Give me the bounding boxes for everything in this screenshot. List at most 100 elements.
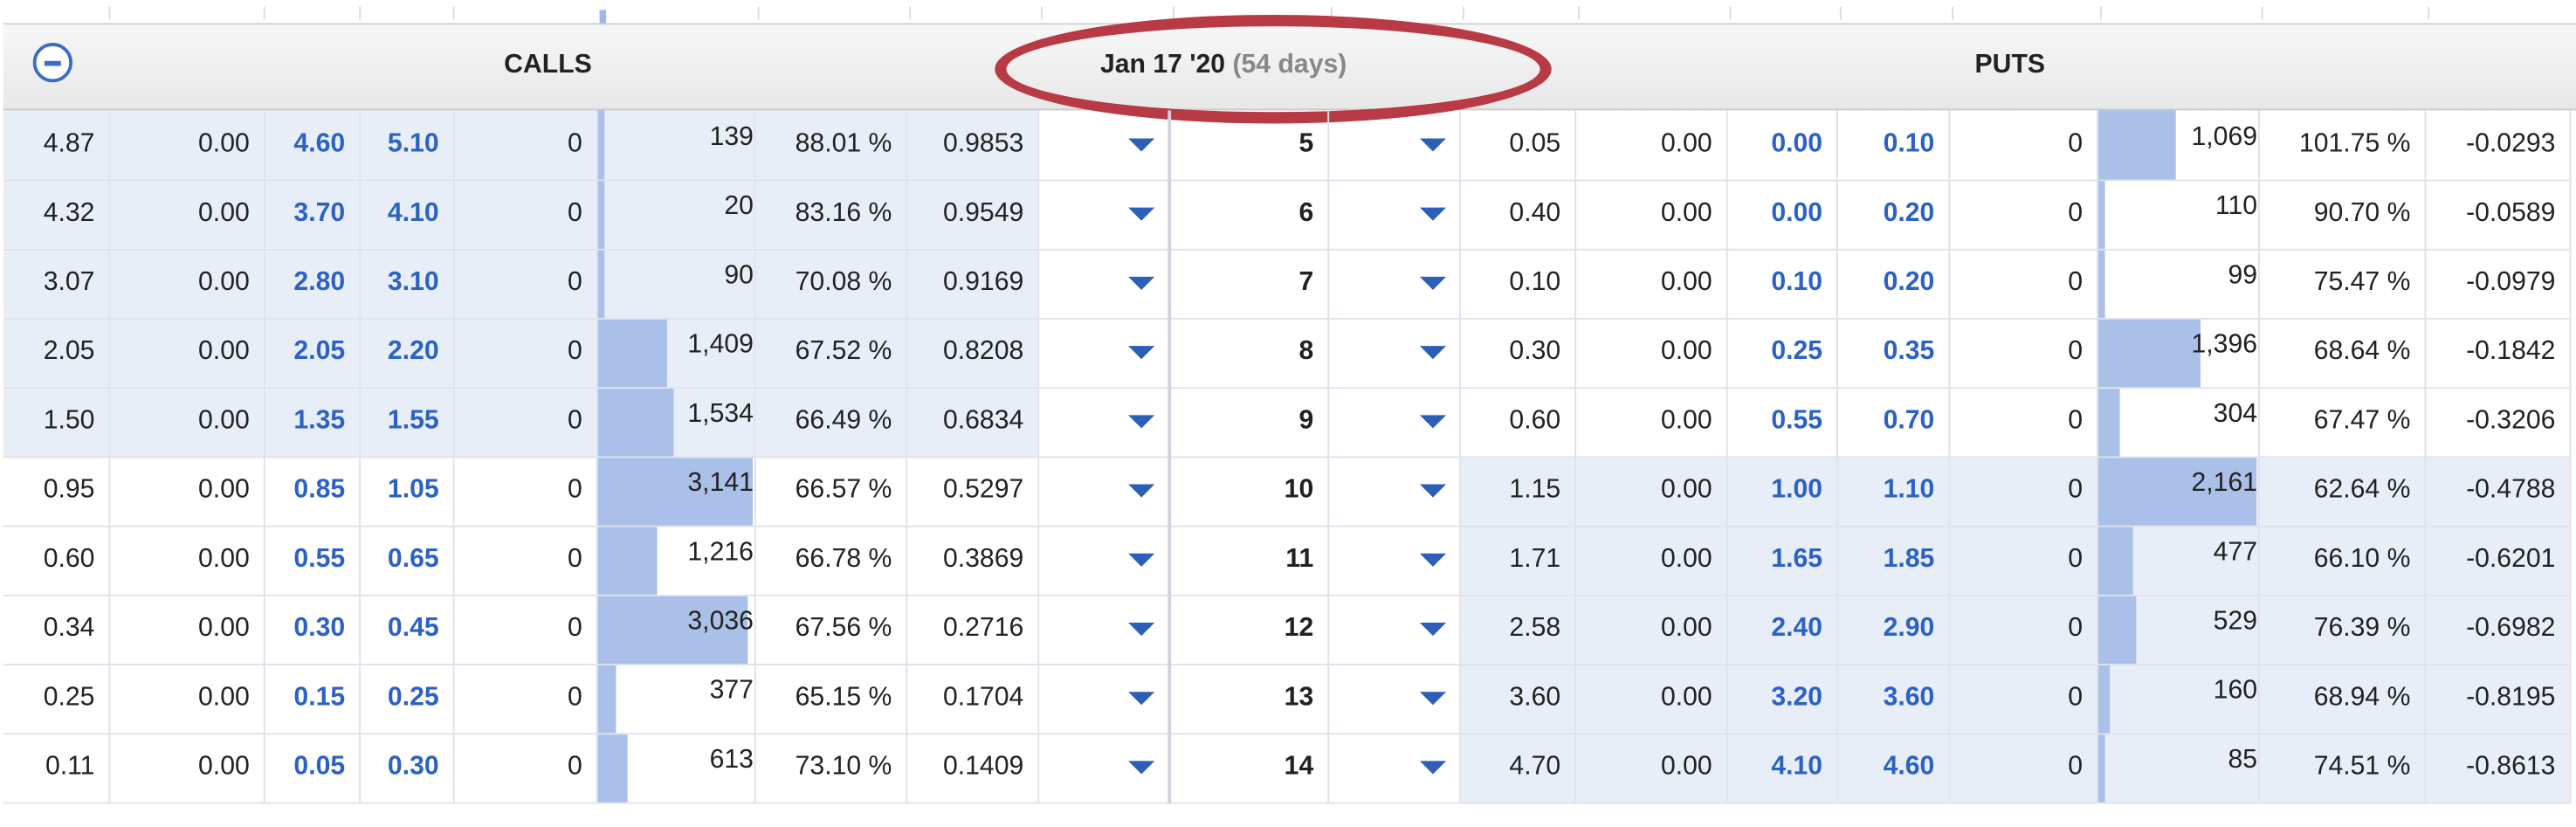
put-iv-cell[interactable]: 67.47 % bbox=[2257, 387, 2426, 458]
put-open-interest-cell[interactable]: 110 bbox=[2097, 179, 2259, 250]
put-bid-cell[interactable]: 3.20 bbox=[1725, 664, 1838, 734]
call-open-interest-cell[interactable]: 377 bbox=[596, 664, 755, 734]
call-volume-cell[interactable]: 0 bbox=[452, 594, 597, 665]
call-volume-cell[interactable]: 0 bbox=[452, 733, 597, 803]
call-change-cell[interactable]: 0.00 bbox=[108, 594, 265, 665]
put-change-cell[interactable]: 0.00 bbox=[1574, 179, 1727, 250]
put-last-cell[interactable]: 1.71 bbox=[1459, 525, 1576, 596]
chevron-down-icon[interactable] bbox=[1128, 484, 1155, 498]
call-ask-cell[interactable]: 0.65 bbox=[359, 525, 454, 596]
put-iv-cell[interactable]: 66.10 % bbox=[2257, 525, 2426, 596]
call-bid-cell[interactable]: 2.05 bbox=[263, 318, 361, 389]
put-iv-cell[interactable]: 68.94 % bbox=[2257, 664, 2426, 734]
put-iv-cell[interactable]: 74.51 % bbox=[2257, 733, 2426, 803]
chevron-down-icon[interactable] bbox=[1128, 692, 1155, 706]
call-change-cell[interactable]: 0.00 bbox=[108, 387, 265, 458]
call-last-cell[interactable]: 0.25 bbox=[3, 664, 110, 734]
call-last-cell[interactable]: 0.11 bbox=[3, 733, 110, 803]
put-ask-cell[interactable]: 1.85 bbox=[1836, 525, 1950, 596]
put-change-cell[interactable]: 0.00 bbox=[1574, 318, 1727, 389]
put-expand-arrow[interactable] bbox=[1327, 664, 1461, 734]
chevron-down-icon[interactable] bbox=[1128, 137, 1155, 152]
call-bid-cell[interactable]: 0.30 bbox=[263, 594, 361, 665]
put-last-cell[interactable]: 1.15 bbox=[1459, 456, 1576, 527]
put-bid-cell[interactable]: 2.40 bbox=[1725, 594, 1838, 665]
call-ask-cell[interactable]: 0.45 bbox=[359, 594, 454, 665]
call-bid-cell[interactable]: 1.35 bbox=[263, 387, 361, 458]
put-volume-cell[interactable]: 0 bbox=[1948, 594, 2098, 665]
call-delta-cell[interactable]: 0.5297 bbox=[906, 456, 1039, 527]
put-volume-cell[interactable]: 0 bbox=[1948, 318, 2098, 389]
chevron-down-icon[interactable] bbox=[1128, 346, 1155, 360]
call-bid-cell[interactable]: 0.05 bbox=[263, 733, 361, 803]
call-iv-cell[interactable]: 66.57 % bbox=[754, 456, 907, 527]
put-volume-cell[interactable]: 0 bbox=[1948, 664, 2098, 734]
put-ask-cell[interactable]: 2.90 bbox=[1836, 594, 1950, 665]
table-row[interactable]: 0.11 0.00 0.05 0.30 0 613 73.10 % 0.1409 14 4.70 0… bbox=[3, 733, 2571, 803]
put-expand-arrow[interactable] bbox=[1327, 110, 1461, 181]
call-iv-cell[interactable]: 70.08 % bbox=[754, 248, 907, 319]
call-change-cell[interactable]: 0.00 bbox=[108, 179, 265, 250]
call-ask-cell[interactable]: 4.10 bbox=[359, 179, 454, 250]
put-expand-arrow[interactable] bbox=[1327, 179, 1461, 250]
call-expand-arrow[interactable] bbox=[1037, 456, 1171, 527]
call-bid-cell[interactable]: 3.70 bbox=[263, 179, 361, 250]
put-expand-arrow[interactable] bbox=[1327, 248, 1461, 319]
chevron-down-icon[interactable] bbox=[1418, 276, 1446, 290]
call-volume-cell[interactable]: 0 bbox=[452, 318, 597, 389]
strike-cell[interactable]: 13 bbox=[1167, 664, 1329, 734]
call-last-cell[interactable]: 0.60 bbox=[3, 525, 110, 596]
put-last-cell[interactable]: 0.05 bbox=[1459, 110, 1576, 181]
call-open-interest-cell[interactable]: 3,141 bbox=[596, 456, 755, 527]
put-volume-cell[interactable]: 0 bbox=[1948, 248, 2098, 319]
call-delta-cell[interactable]: 0.9169 bbox=[906, 248, 1039, 319]
put-delta-cell[interactable]: -0.0589 bbox=[2424, 179, 2571, 250]
put-iv-cell[interactable]: 62.64 % bbox=[2257, 456, 2426, 527]
put-bid-cell[interactable]: 0.00 bbox=[1725, 110, 1838, 181]
put-volume-cell[interactable]: 0 bbox=[1948, 525, 2098, 596]
call-ask-cell[interactable]: 5.10 bbox=[359, 110, 454, 181]
put-volume-cell[interactable]: 0 bbox=[1948, 179, 2098, 250]
call-bid-cell[interactable]: 0.15 bbox=[263, 664, 361, 734]
call-expand-arrow[interactable] bbox=[1037, 110, 1171, 181]
put-last-cell[interactable]: 4.70 bbox=[1459, 733, 1576, 803]
put-open-interest-cell[interactable]: 529 bbox=[2097, 594, 2259, 665]
call-open-interest-cell[interactable]: 1,409 bbox=[596, 318, 755, 389]
put-last-cell[interactable]: 2.58 bbox=[1459, 594, 1576, 665]
table-row[interactable]: 0.25 0.00 0.15 0.25 0 377 65.15 % 0.1704 13 3.60 0… bbox=[3, 664, 2571, 734]
call-last-cell[interactable]: 4.32 bbox=[3, 179, 110, 250]
put-iv-cell[interactable]: 101.75 % bbox=[2257, 110, 2426, 181]
call-volume-cell[interactable]: 0 bbox=[452, 179, 597, 250]
put-expand-arrow[interactable] bbox=[1327, 733, 1461, 803]
put-ask-cell[interactable]: 0.10 bbox=[1836, 110, 1950, 181]
call-expand-arrow[interactable] bbox=[1037, 179, 1171, 250]
call-iv-cell[interactable]: 67.52 % bbox=[754, 318, 907, 389]
call-last-cell[interactable]: 1.50 bbox=[3, 387, 110, 458]
table-row[interactable]: 2.05 0.00 2.05 2.20 0 1,409 67.52 % 0.8208 8 0.30… bbox=[3, 318, 2571, 389]
strike-cell[interactable]: 12 bbox=[1167, 594, 1329, 665]
call-expand-arrow[interactable] bbox=[1037, 318, 1171, 389]
put-open-interest-cell[interactable]: 2,161 bbox=[2097, 456, 2259, 527]
put-expand-arrow[interactable] bbox=[1327, 387, 1461, 458]
put-delta-cell[interactable]: -0.3206 bbox=[2424, 387, 2571, 458]
chevron-down-icon[interactable] bbox=[1418, 137, 1446, 152]
call-iv-cell[interactable]: 88.01 % bbox=[754, 110, 907, 181]
put-ask-cell[interactable]: 0.70 bbox=[1836, 387, 1950, 458]
call-open-interest-cell[interactable]: 90 bbox=[596, 248, 755, 319]
call-volume-cell[interactable]: 0 bbox=[452, 456, 597, 527]
call-ask-cell[interactable]: 0.30 bbox=[359, 733, 454, 803]
put-volume-cell[interactable]: 0 bbox=[1948, 387, 2098, 458]
table-row[interactable]: 4.32 0.00 3.70 4.10 0 20 83.16 % 0.9549 6 0.40 0.0… bbox=[3, 179, 2571, 250]
put-open-interest-cell[interactable]: 85 bbox=[2097, 733, 2259, 803]
put-delta-cell[interactable]: -0.4788 bbox=[2424, 456, 2571, 527]
call-volume-cell[interactable]: 0 bbox=[452, 387, 597, 458]
call-ask-cell[interactable]: 3.10 bbox=[359, 248, 454, 319]
put-ask-cell[interactable]: 4.60 bbox=[1836, 733, 1950, 803]
put-open-interest-cell[interactable]: 1,069 bbox=[2097, 110, 2259, 181]
call-volume-cell[interactable]: 0 bbox=[452, 110, 597, 181]
put-bid-cell[interactable]: 4.10 bbox=[1725, 733, 1838, 803]
call-open-interest-cell[interactable]: 3,036 bbox=[596, 594, 755, 665]
call-iv-cell[interactable]: 73.10 % bbox=[754, 733, 907, 803]
strike-cell[interactable]: 5 bbox=[1167, 110, 1329, 181]
put-ask-cell[interactable]: 0.20 bbox=[1836, 179, 1950, 250]
